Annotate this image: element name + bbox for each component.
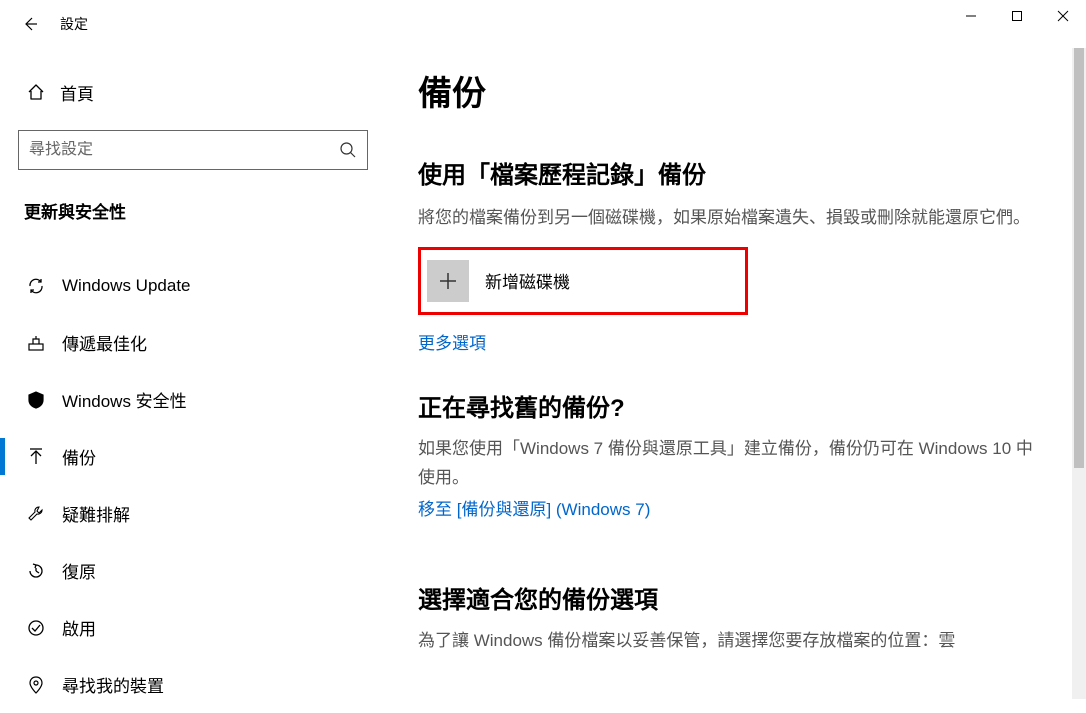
section-title: 選擇適合您的備份選項: [418, 580, 1046, 615]
location-icon: [24, 675, 48, 695]
scrollbar-thumb[interactable]: [1074, 48, 1084, 468]
home-button[interactable]: 首頁: [18, 68, 370, 116]
sidebar-item-label: 傳遞最佳化: [62, 330, 147, 355]
close-button[interactable]: [1040, 0, 1086, 32]
goto-backup-restore-link[interactable]: 移至 [備份與還原] (Windows 7): [418, 495, 650, 520]
titlebar: 設定: [0, 0, 1086, 48]
sidebar: 首頁 更新與安全性 Windows Update 傳遞最佳化: [0, 48, 388, 699]
home-icon: [24, 82, 48, 102]
back-button[interactable]: [8, 2, 52, 46]
shield-icon: [24, 390, 48, 410]
section-title: 正在尋找舊的備份?: [418, 388, 1046, 423]
maximize-button[interactable]: [994, 0, 1040, 32]
sidebar-item-windows-security[interactable]: Windows 安全性: [0, 371, 388, 428]
section-backup-options: 選擇適合您的備份選項 為了讓 Windows 備份檔案以妥善保管，請選擇您要存放…: [418, 580, 1046, 656]
sync-icon: [24, 276, 48, 296]
category-title: 更新與安全性: [18, 198, 370, 223]
add-drive-button[interactable]: 新增磁碟機: [418, 247, 748, 315]
backup-icon: [24, 447, 48, 467]
sidebar-item-delivery-optimization[interactable]: 傳遞最佳化: [0, 314, 388, 371]
sidebar-item-label: 啟用: [62, 615, 96, 640]
home-label: 首頁: [60, 80, 94, 105]
section-description: 如果您使用「Windows 7 備份與還原工具」建立備份，備份仍可在 Windo…: [418, 435, 1046, 493]
sidebar-item-find-my-device[interactable]: 尋找我的裝置: [0, 656, 388, 713]
sidebar-item-activation[interactable]: 啟用: [0, 599, 388, 656]
minimize-button[interactable]: [948, 0, 994, 32]
delivery-icon: [24, 333, 48, 353]
section-description: 將您的檔案備份到另一個磁碟機，如果原始檔案遺失、損毀或刪除就能還原它們。: [418, 204, 1046, 233]
sidebar-item-backup[interactable]: 備份: [0, 428, 388, 485]
section-old-backup: 正在尋找舊的備份? 如果您使用「Windows 7 備份與還原工具」建立備份，備…: [418, 388, 1046, 520]
window-title: 設定: [60, 14, 88, 34]
activation-icon: [24, 618, 48, 638]
nav-list: Windows Update 傳遞最佳化 Windows 安全性 備份: [0, 257, 388, 713]
wrench-icon: [24, 504, 48, 524]
search-box[interactable]: [18, 130, 368, 170]
sidebar-item-label: Windows Update: [62, 276, 191, 296]
sidebar-item-label: 備份: [62, 444, 96, 469]
sidebar-item-label: 尋找我的裝置: [62, 672, 164, 697]
add-drive-label: 新增磁碟機: [485, 268, 570, 293]
plus-icon: [427, 260, 469, 302]
sidebar-item-recovery[interactable]: 復原: [0, 542, 388, 599]
more-options-link[interactable]: 更多選項: [418, 329, 486, 354]
search-input[interactable]: [29, 141, 329, 159]
sidebar-item-troubleshoot[interactable]: 疑難排解: [0, 485, 388, 542]
sidebar-item-label: Windows 安全性: [62, 387, 187, 412]
sidebar-item-label: 疑難排解: [62, 501, 130, 526]
scrollbar-track[interactable]: [1072, 48, 1086, 699]
search-icon: [339, 141, 357, 159]
sidebar-item-label: 復原: [62, 558, 96, 583]
section-title: 使用「檔案歷程記錄」備份: [418, 155, 1046, 190]
recovery-icon: [24, 561, 48, 581]
main-content: 備份 使用「檔案歷程記錄」備份 將您的檔案備份到另一個磁碟機，如果原始檔案遺失、…: [388, 48, 1086, 699]
window-controls: [948, 0, 1086, 32]
section-description: 為了讓 Windows 備份檔案以妥善保管，請選擇您要存放檔案的位置：雲: [418, 627, 1046, 656]
section-file-history: 使用「檔案歷程記錄」備份 將您的檔案備份到另一個磁碟機，如果原始檔案遺失、損毀或…: [418, 155, 1046, 388]
sidebar-item-windows-update[interactable]: Windows Update: [0, 257, 388, 314]
page-title: 備份: [418, 66, 1046, 115]
